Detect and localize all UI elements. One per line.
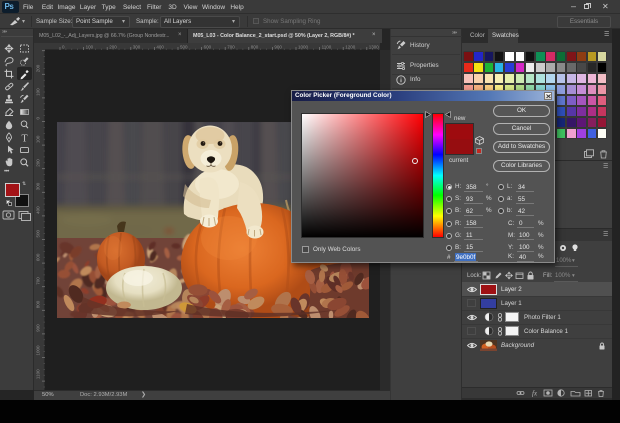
svg-text:1000: 1000 bbox=[298, 45, 309, 50]
svg-text:100: 100 bbox=[36, 88, 41, 96]
svg-text:0: 0 bbox=[36, 117, 41, 120]
svg-text:1200: 1200 bbox=[345, 45, 356, 50]
svg-text:200: 200 bbox=[36, 64, 41, 72]
svg-text:fx: fx bbox=[532, 390, 538, 398]
svg-text:0: 0 bbox=[62, 45, 65, 50]
svg-text:400: 400 bbox=[36, 206, 41, 214]
svg-text:800: 800 bbox=[36, 300, 41, 308]
svg-text:1300: 1300 bbox=[369, 45, 380, 50]
svg-text:200: 200 bbox=[36, 159, 41, 167]
svg-text:1100: 1100 bbox=[36, 369, 41, 379]
svg-text:100: 100 bbox=[36, 135, 41, 143]
svg-text:T: T bbox=[21, 133, 27, 144]
svg-text:700: 700 bbox=[36, 277, 41, 285]
svg-text:1000: 1000 bbox=[36, 345, 41, 356]
svg-text:600: 600 bbox=[36, 253, 41, 261]
svg-text:300: 300 bbox=[36, 182, 41, 190]
svg-text:900: 900 bbox=[36, 324, 41, 332]
svg-text:500: 500 bbox=[36, 229, 41, 237]
svg-text:1100: 1100 bbox=[322, 45, 332, 50]
